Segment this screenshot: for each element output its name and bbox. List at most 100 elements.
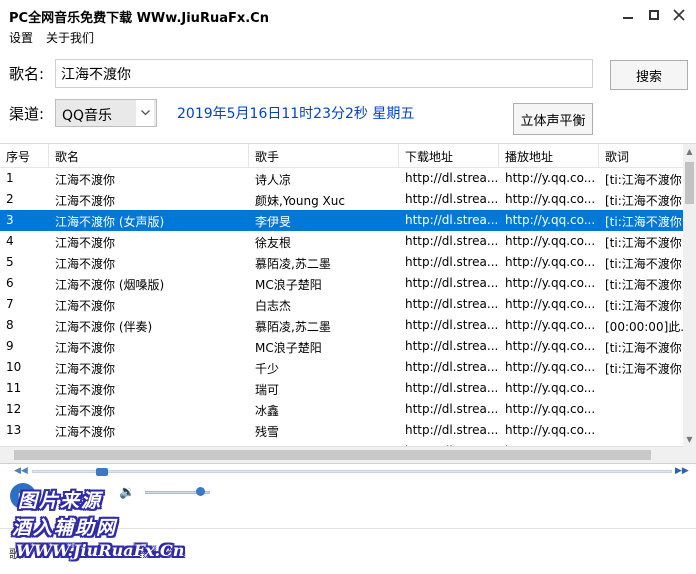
close-icon (673, 9, 685, 21)
cell-lyrics: [ti:江海不渡你. (605, 341, 683, 355)
cell-play-url: http://y.qq.co... (505, 360, 596, 374)
cell-song: 江海不渡你 (55, 173, 116, 187)
table-row[interactable]: 6 江海不渡你 (烟嗓版) MC浪子楚阳 http://dl.strea... http… (0, 273, 683, 294)
cell-play-url: http://y.qq.co... (505, 255, 596, 269)
table-row[interactable]: 1 江海不渡你 诗人凉 http://dl.strea... http://y.qq.c… (0, 168, 683, 189)
cell-download-url: http://dl.strea... (405, 402, 499, 416)
cell-index: 12 (6, 402, 22, 416)
datetime-display: 2019年5月16日11时23分2秒 星期五 (177, 106, 415, 122)
table-row[interactable]: 11 江海不渡你 瑞可 http://dl.strea... http://y.qq.c… (0, 378, 683, 399)
cell-song: 江海不渡你 (女声版) (55, 215, 165, 229)
cell-song: 江海不渡你 (55, 383, 116, 397)
cell-lyrics: [ti:江海不渡你. (605, 215, 683, 229)
channel-select-value: QQ音乐 (62, 108, 113, 124)
channel-select[interactable]: QQ音乐 (55, 99, 157, 127)
column-header-singer[interactable]: 歌手 (249, 144, 399, 168)
table-row[interactable]: 8 江海不渡你 (伴奏) 慕陌凌,苏二墨 http://dl.strea... http… (0, 315, 683, 336)
scroll-down-icon[interactable]: ▼ (683, 432, 696, 446)
cell-index: 7 (6, 297, 14, 311)
cell-index: 10 (6, 360, 22, 374)
table-row[interactable]: 2 江海不渡你 颜妹,Young Xuc http://dl.strea... http… (0, 189, 683, 210)
cell-play-url: http://y.qq.co... (505, 297, 596, 311)
cell-singer: 李伊旻 (255, 215, 292, 229)
minimize-button[interactable] (617, 6, 639, 24)
cell-singer: 慕陌凌,苏二墨 (255, 320, 331, 334)
cell-song: 江海不渡你 (55, 341, 116, 355)
stereo-balance-button[interactable]: 立体声平衡 (513, 103, 593, 135)
cell-download-url: http://dl.strea... (405, 234, 499, 248)
vertical-scroll-thumb[interactable] (685, 162, 694, 204)
table-row[interactable]: 12 江海不渡你 冰鑫 http://dl.strea... http://y.qq.c… (0, 399, 683, 420)
search-button[interactable]: 搜索 (610, 60, 688, 90)
cell-index: 4 (6, 234, 14, 248)
cell-index: 13 (6, 423, 22, 437)
chevron-down-icon (136, 100, 154, 126)
table-row[interactable]: 7 江海不渡你 白志杰 http://dl.strea... http://y.qq.c… (0, 294, 683, 315)
play-button[interactable]: ▶ (10, 483, 36, 509)
horizontal-scroll-thumb[interactable] (14, 450, 651, 460)
menu-settings[interactable]: 设置 (9, 29, 33, 46)
cell-download-url: http://dl.strea... (405, 171, 499, 185)
fast-forward-icon[interactable]: ▶▶ (675, 466, 689, 476)
cell-play-url: http://y.qq.co... (505, 171, 596, 185)
column-header-song[interactable]: 歌名 (49, 144, 249, 168)
cell-song: 江海不渡你 (55, 236, 116, 250)
column-header-lyrics[interactable]: 歌词 (599, 144, 683, 168)
cell-singer: 冰鑫 (255, 404, 280, 418)
progress-thumb[interactable] (96, 468, 109, 476)
cell-singer: MC浪子楚阳 (255, 341, 322, 355)
song-name-label: 歌名: (9, 65, 45, 83)
cell-download-url: http://dl.strea... (405, 318, 499, 332)
cell-play-url: http://y.qq.co... (505, 339, 596, 353)
volume-icon[interactable]: 🔉 (119, 485, 135, 500)
table-row[interactable]: 10 江海不渡你 千少 http://dl.strea... http://y.qq.c… (0, 357, 683, 378)
close-button[interactable] (668, 6, 690, 24)
cell-singer: 瑞可 (255, 383, 280, 397)
cell-index: 3 (6, 213, 14, 227)
lyrics-panel: 歌 (0, 528, 696, 574)
table-row[interactable]: 13 江海不渡你 残雪 http://dl.strea... http://y.qq.c… (0, 420, 683, 441)
column-header-download-url[interactable]: 下载地址 (399, 144, 499, 168)
cell-song: 江海不渡你 (55, 194, 116, 208)
minimize-icon (623, 17, 633, 19)
cell-download-url: http://dl.strea... (405, 360, 499, 374)
cell-index: 6 (6, 276, 14, 290)
cell-lyrics (599, 420, 683, 441)
rewind-icon[interactable]: ◀◀ (14, 466, 28, 476)
channel-label: 渠道: (9, 105, 45, 123)
volume-thumb[interactable] (196, 487, 206, 496)
cell-lyrics: [ti:江海不渡你. (605, 194, 683, 208)
play-icon: ▶ (18, 489, 28, 503)
cell-download-url: http://dl.strea... (405, 192, 499, 206)
column-header-index[interactable]: 序号 (0, 144, 49, 168)
table-row[interactable]: 5 江海不渡你 慕陌凌,苏二墨 http://dl.strea... http://y.… (0, 252, 683, 273)
table-row[interactable]: 9 江海不渡你 MC浪子楚阳 http://dl.strea... http://y.q… (0, 336, 683, 357)
cell-index: 11 (6, 381, 22, 395)
cell-index: 1 (6, 171, 14, 185)
song-name-input[interactable] (55, 59, 593, 88)
cell-download-url: http://dl.strea... (405, 423, 499, 437)
cell-download-url: http://dl.strea... (405, 297, 499, 311)
cell-singer: 白志杰 (255, 299, 292, 313)
table-row[interactable]: 4 江海不渡你 徐友根 http://dl.strea... http://y.qq.c… (0, 231, 683, 252)
cell-song: 江海不渡你 (伴奏) (55, 320, 153, 334)
cell-song: 江海不渡你 (55, 404, 116, 418)
cell-singer: 残雪 (255, 425, 280, 439)
cell-play-url: http://y.qq.co... (505, 276, 596, 290)
cell-singer: 诗人凉 (255, 173, 292, 187)
cell-play-url: http://y.qq.co... (505, 402, 596, 416)
menu-about[interactable]: 关于我们 (46, 29, 94, 46)
vertical-scrollbar[interactable]: ▲ ▼ (683, 144, 696, 463)
scroll-up-icon[interactable]: ▲ (683, 144, 696, 158)
progress-track[interactable] (32, 470, 672, 473)
table-header: 序号 歌名 歌手 下载地址 播放地址 歌词 (0, 144, 683, 168)
cell-download-url: http://dl.strea... (405, 255, 499, 269)
column-header-play-url[interactable]: 播放地址 (499, 144, 599, 168)
cell-download-url: http://dl.strea... (405, 339, 499, 353)
maximize-button[interactable] (643, 6, 665, 24)
cell-download-url: http://dl.strea... (405, 276, 499, 290)
table-row[interactable]: 3 江海不渡你 (女声版) 李伊旻 http://dl.strea... http://… (0, 210, 683, 231)
cell-play-url: http://y.qq.co... (505, 213, 596, 227)
window-title: PC全网音乐免费下载 WWw.JiuRuaFx.Cn (9, 11, 269, 26)
horizontal-scrollbar[interactable] (0, 446, 683, 463)
